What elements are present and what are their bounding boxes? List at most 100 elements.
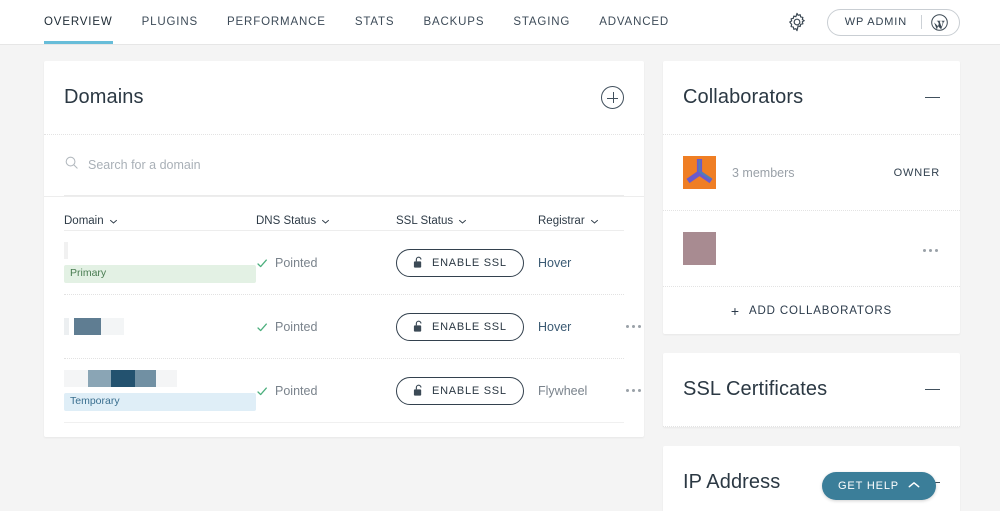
tab-stats-label: STATS — [355, 16, 395, 28]
ssl-status-cell: ENABLE SSL — [396, 377, 538, 405]
collaborator-role-badge: OWNER — [894, 167, 940, 179]
tab-staging[interactable]: STAGING — [513, 0, 570, 44]
enable-ssl-label: ENABLE SSL — [432, 257, 507, 269]
collaborators-card-header: Collaborators — [663, 61, 960, 135]
check-icon — [256, 257, 268, 269]
unlocked-padlock-icon — [413, 320, 424, 333]
identicon-avatar — [683, 156, 716, 189]
ellipsis-icon[interactable] — [921, 243, 940, 258]
domains-title: Domains — [64, 86, 144, 109]
add-collaborators-button[interactable]: + ADD COLLABORATORS — [663, 287, 960, 334]
table-row[interactable]: Primary Pointed — [64, 231, 624, 295]
enable-ssl-label: ENABLE SSL — [432, 321, 507, 333]
column-header-ssl-status-label: SSL Status — [396, 215, 453, 227]
avatar — [683, 232, 716, 265]
dns-status-cell: Pointed — [256, 384, 396, 398]
status-badge: Primary — [64, 265, 256, 283]
domain-cell: Primary — [64, 242, 256, 283]
redacted-domain-name — [64, 242, 256, 259]
tab-performance-label: PERFORMANCE — [227, 16, 326, 28]
search-input[interactable] — [88, 158, 388, 172]
ssl-status-cell: ENABLE SSL — [396, 313, 538, 341]
plus-icon: + — [731, 304, 740, 318]
wordpress-icon — [931, 14, 948, 31]
tab-overview-label: OVERVIEW — [44, 16, 113, 28]
side-column: Collaborators — [663, 61, 960, 511]
tab-plugins-label: PLUGINS — [142, 16, 198, 28]
column-header-domain[interactable]: Domain — [64, 215, 117, 227]
chevron-down-icon — [458, 217, 466, 225]
enable-ssl-label: ENABLE SSL — [432, 385, 507, 397]
dns-status-text: Pointed — [275, 256, 317, 270]
column-header-ssl-cell: SSL Status — [396, 211, 538, 229]
tab-advanced-label: ADVANCED — [599, 16, 669, 28]
ssl-certificates-title: SSL Certificates — [683, 378, 827, 401]
dns-status-text: Pointed — [275, 320, 317, 334]
domains-card: Domains — [44, 61, 644, 437]
collaborators-title: Collaborators — [683, 86, 803, 109]
gear-icon[interactable] — [785, 10, 809, 34]
tab-advanced[interactable]: ADVANCED — [599, 0, 669, 44]
wp-admin-button[interactable]: WP ADMIN — [827, 9, 960, 36]
enable-ssl-button[interactable]: ENABLE SSL — [396, 377, 524, 405]
registrar-link[interactable]: Hover — [538, 320, 571, 334]
ellipsis-icon[interactable] — [624, 383, 643, 398]
registrar-cell: Hover — [538, 318, 624, 336]
registrar-text: Flywheel — [538, 384, 587, 398]
domain-search-wrap — [64, 135, 624, 196]
search-icon — [64, 155, 79, 175]
top-bar-actions: WP ADMIN — [785, 0, 1000, 44]
column-header-dns-cell: DNS Status — [256, 211, 396, 229]
domains-table: Domain DNS Status — [44, 197, 644, 423]
column-header-ssl-status[interactable]: SSL Status — [396, 215, 466, 227]
tab-staging-label: STAGING — [513, 16, 570, 28]
domains-card-footer-space — [44, 423, 644, 437]
get-help-button[interactable]: GET HELP — [822, 472, 936, 500]
table-row[interactable]: Temporary Pointed — [64, 359, 624, 423]
collaborator-actions — [921, 239, 940, 258]
tab-stats[interactable]: STATS — [355, 0, 395, 44]
collapse-ssl-certificates-button[interactable] — [925, 389, 940, 390]
unlocked-padlock-icon — [413, 256, 424, 269]
dns-status-cell: Pointed — [256, 320, 396, 334]
tab-overview[interactable]: OVERVIEW — [44, 0, 113, 44]
dns-status-text: Pointed — [275, 384, 317, 398]
check-icon — [256, 321, 268, 333]
registrar-link[interactable]: Hover — [538, 256, 571, 270]
collaborators-card: Collaborators — [663, 61, 960, 334]
enable-ssl-button[interactable]: ENABLE SSL — [396, 313, 524, 341]
add-domain-button[interactable] — [601, 86, 624, 109]
ssl-certificates-card-header: SSL Certificates — [663, 353, 960, 427]
list-item[interactable]: 3 members OWNER — [663, 135, 960, 211]
ssl-certificates-header-actions — [925, 389, 940, 390]
domain-cell — [64, 318, 256, 335]
chevron-up-icon — [908, 480, 920, 492]
list-item[interactable] — [663, 211, 960, 287]
ellipsis-icon[interactable] — [624, 319, 643, 334]
collapse-collaborators-button[interactable] — [925, 97, 940, 98]
column-header-dns-status[interactable]: DNS Status — [256, 215, 329, 227]
add-collaborators-label: ADD COLLABORATORS — [749, 305, 892, 317]
row-actions-cell — [624, 383, 651, 398]
registrar-cell: Hover — [538, 254, 624, 272]
check-icon — [256, 385, 268, 397]
domain-search-row — [44, 135, 644, 197]
ssl-certificates-card: SSL Certificates — [663, 353, 960, 427]
tab-backups-label: BACKUPS — [423, 16, 484, 28]
column-header-registrar[interactable]: Registrar — [538, 215, 598, 227]
unlocked-padlock-icon — [413, 384, 424, 397]
collaborators-header-actions — [925, 97, 940, 98]
tab-performance[interactable]: PERFORMANCE — [227, 0, 326, 44]
enable-ssl-button[interactable]: ENABLE SSL — [396, 249, 524, 277]
collaborator-members-count: 3 members — [732, 166, 795, 180]
domains-card-header: Domains — [44, 61, 644, 135]
redacted-domain-name — [64, 318, 256, 335]
table-row[interactable]: Pointed ENABLE SSL — [64, 295, 624, 359]
column-header-domain-cell: Domain — [64, 211, 256, 229]
tab-plugins[interactable]: PLUGINS — [142, 0, 198, 44]
nav-tab-list: OVERVIEW PLUGINS PERFORMANCE STATS BACKU… — [0, 0, 698, 44]
page-body: Domains — [0, 45, 1000, 511]
tab-backups[interactable]: BACKUPS — [423, 0, 484, 44]
status-badge: Temporary — [64, 393, 256, 411]
ssl-status-cell: ENABLE SSL — [396, 249, 538, 277]
